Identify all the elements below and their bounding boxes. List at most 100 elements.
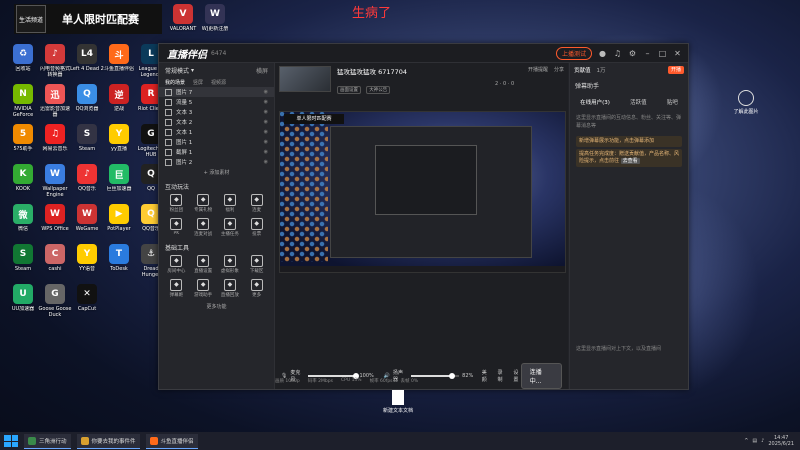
desktop-icon[interactable]: ♫ 网易云音乐 (38, 124, 72, 152)
desktop-icon[interactable]: 巨巨丝加速器 (102, 164, 136, 192)
tool-button[interactable]: ◆ 投票 (243, 218, 270, 240)
desktop-icon[interactable]: ♪ QQ音乐 (70, 164, 104, 192)
maximize-icon[interactable]: □ (658, 49, 667, 58)
tab-activity[interactable]: 活跃值 (630, 98, 647, 106)
desktop-icon[interactable]: W WJ更新注册 (198, 4, 232, 32)
scene-item[interactable]: 图片 7 ◉ (159, 87, 274, 97)
checkbox-icon[interactable] (165, 158, 172, 166)
desktop-icon[interactable]: 5 5?5助手 (6, 124, 40, 152)
desktop-icon[interactable]: 微微信 (6, 204, 40, 232)
desktop-learn-picture[interactable]: 了解此图片 (728, 90, 764, 115)
desktop-icon[interactable]: Y YY语音 (70, 244, 104, 272)
eye-icon[interactable]: ◉ (264, 129, 268, 135)
tool-button[interactable]: ◆ 下载区 (243, 255, 270, 277)
desktop-icon[interactable]: Ccashi (38, 244, 72, 272)
desktop-icon[interactable]: ♻ 回收站 (6, 44, 40, 72)
windows-start-icon[interactable] (4, 435, 18, 447)
tool-button[interactable]: ◆ PK (163, 218, 190, 240)
eye-icon[interactable]: ◉ (264, 159, 268, 165)
tool-button[interactable]: ◆ 房间中心 (163, 255, 190, 277)
minimize-icon[interactable]: – (643, 49, 652, 58)
tab-vertical[interactable]: 竖屏 (193, 79, 203, 86)
mode-selector[interactable]: 常规模式 ▾ 横屏 (159, 63, 274, 77)
desktop-icon[interactable]: ♪ 闪电音频格式转换器 (38, 44, 72, 78)
eye-icon[interactable]: ◉ (264, 99, 268, 105)
network-icon[interactable]: ▤ (752, 438, 757, 444)
volume-icon[interactable]: ♪ (761, 438, 764, 444)
tool-button[interactable]: ◆ 游戏助手 (190, 279, 217, 301)
scene-item[interactable]: 流量 5 ◉ (159, 97, 274, 107)
eye-icon[interactable]: ◉ (264, 149, 268, 155)
checkbox-icon[interactable] (165, 88, 172, 96)
eye-icon[interactable]: ◉ (264, 109, 268, 115)
desktop-icon[interactable]: G Goose Goose Duck (38, 284, 72, 318)
desktop-icon[interactable]: Yyy直播 (102, 124, 136, 152)
start-button[interactable]: 开播 (667, 66, 684, 74)
desktop-icon[interactable]: 斗斗鱼直播伴侣 (102, 44, 136, 72)
desktop-icon[interactable]: L4 Left 4 Dead 2 (70, 44, 104, 72)
scene-item[interactable]: 图片 2 ◉ (159, 157, 274, 167)
scene-item[interactable]: 文本 1 ◉ (159, 127, 274, 137)
checkbox-icon[interactable] (165, 108, 172, 116)
desktop-icon[interactable]: K KOOK (6, 164, 40, 192)
add-material-button[interactable]: + 添加素材 (159, 167, 274, 179)
settings-icon[interactable]: ⚙ (628, 49, 637, 58)
checkbox-icon[interactable] (165, 118, 172, 126)
live-button[interactable]: 连播中... (520, 363, 562, 389)
desktop-icon[interactable]: S Steam (6, 244, 40, 272)
headset-icon[interactable]: ♫ (613, 49, 622, 58)
close-icon[interactable]: ✕ (673, 49, 682, 58)
scene-item[interactable]: 图片 1 ◉ (159, 137, 274, 147)
tab-online-users[interactable]: 在线用户(3) (580, 98, 610, 106)
mic-volume-slider[interactable] (307, 373, 359, 379)
desktop-icon[interactable]: S Steam (70, 124, 104, 152)
orientation-label[interactable]: 横屏 (256, 66, 268, 75)
desktop-file-new-text[interactable]: 新建文本文档 (378, 390, 418, 414)
checkbox-icon[interactable] (165, 98, 172, 106)
tab-video-source[interactable]: 视频源 (211, 79, 226, 86)
stream-tag[interactable]: 画面设置 (337, 86, 361, 94)
remind-button[interactable]: 开播提醒 (528, 66, 548, 73)
tool-button[interactable]: ◆ 粉丝团 (163, 194, 190, 216)
tray-chevron-icon[interactable]: ^ (744, 438, 748, 444)
checkbox-icon[interactable] (165, 138, 172, 146)
desktop-icon[interactable]: V VALORANT (166, 4, 200, 32)
desktop-icon[interactable]: U UU加速器 (6, 284, 40, 312)
clock[interactable]: 14:47 2025/6/21 (768, 435, 794, 447)
tool-button[interactable]: ◆ 直播设置 (190, 255, 217, 277)
tool-button[interactable]: ◆ 更多 (243, 279, 270, 301)
tab-count[interactable]: 1万 (597, 66, 606, 74)
taskbar-item[interactable]: 你要去我的事件件 (76, 433, 140, 449)
stream-cover-thumbnail[interactable] (279, 66, 331, 92)
checkbox-icon[interactable] (165, 128, 172, 136)
eye-icon[interactable]: ◉ (264, 119, 268, 125)
scene-item[interactable]: 文本 3 ◉ (159, 107, 274, 117)
scene-item[interactable]: 文本 2 ◉ (159, 117, 274, 127)
eye-icon[interactable]: ◉ (264, 139, 268, 145)
desktop-icon[interactable]: Q QQ浏览器 (70, 84, 104, 112)
view-button[interactable]: 去查看 (620, 158, 640, 164)
tool-button[interactable]: ◆ 连麦对战 (190, 218, 217, 240)
desktop-icon[interactable]: ▶ PotPlayer (102, 204, 136, 232)
desktop-icon[interactable]: 迅迅雷影音加速器 (38, 84, 72, 118)
tool-button[interactable]: ◆ 直播回放 (217, 279, 244, 301)
taskbar-item[interactable]: 斗鱼直播伴侣 (145, 433, 198, 449)
desktop-icon[interactable]: ✕ CapCut (70, 284, 104, 312)
stream-tag[interactable]: 大神公告 (366, 86, 391, 94)
scene-item[interactable]: 截屏 1 ◉ (159, 147, 274, 157)
tool-button[interactable]: ◆ 专属礼物 (190, 194, 217, 216)
tool-button[interactable]: ◆ 福利 (217, 194, 244, 216)
share-button[interactable]: 分享 (554, 66, 564, 73)
avatar-icon[interactable]: ● (598, 49, 607, 58)
tool-button[interactable]: ◆ 主播任务 (217, 218, 244, 240)
tab-tieba[interactable]: 贴吧 (667, 98, 678, 106)
desktop-icon[interactable]: T ToDesk (102, 244, 136, 272)
speaker-volume-slider[interactable] (410, 373, 460, 379)
tab-contribution[interactable]: 贡献值 (574, 66, 591, 74)
desktop-icon[interactable]: W WPS Office (38, 204, 72, 232)
desktop-icon[interactable]: N NVIDIA GeForce (6, 84, 40, 118)
desktop-icon[interactable]: W WeGame (70, 204, 104, 232)
desktop-icon[interactable]: W Wallpaper Engine (38, 164, 72, 198)
checkbox-icon[interactable] (165, 148, 172, 156)
eye-icon[interactable]: ◉ (264, 89, 268, 95)
